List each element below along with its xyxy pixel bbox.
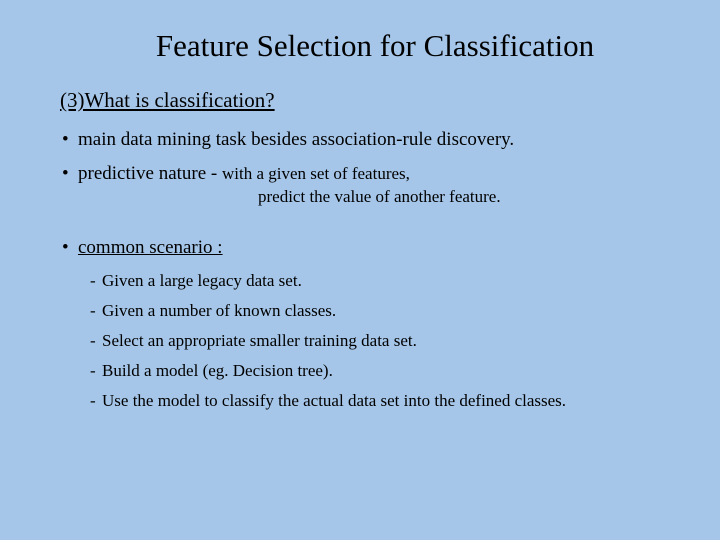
dash-icon: - (90, 361, 102, 381)
bullet-text: predictive nature - with a given set of … (78, 163, 670, 185)
dash-icon: - (90, 301, 102, 321)
bullet-item: • predictive nature - with a given set o… (60, 163, 670, 185)
bullet-text-scenario: common scenario : (78, 237, 670, 259)
sub-item: -Use the model to classify the actual da… (90, 391, 670, 411)
predictive-sub1: with a given set of features, (222, 164, 410, 183)
dash-icon: - (90, 271, 102, 291)
dash-icon: - (90, 391, 102, 411)
section-subheading: (3)What is classification? (60, 88, 670, 113)
predictive-lead: predictive nature - (78, 163, 222, 184)
sub-item: -Given a large legacy data set. (90, 271, 670, 291)
bullet-dot-icon: • (60, 129, 78, 151)
bullet-dot-icon: • (60, 163, 78, 185)
sub-text: Build a model (eg. Decision tree). (102, 361, 333, 380)
sub-item: -Build a model (eg. Decision tree). (90, 361, 670, 381)
slide-title: Feature Selection for Classification (80, 28, 670, 64)
bullet-text: main data mining task besides associatio… (78, 129, 670, 151)
bullet-item: • common scenario : (60, 237, 670, 259)
bullet-dot-icon: • (60, 237, 78, 259)
bullet-item: • main data mining task besides associat… (60, 129, 670, 151)
sub-item: -Select an appropriate smaller training … (90, 331, 670, 351)
dash-icon: - (90, 331, 102, 351)
sub-text: Given a number of known classes. (102, 301, 336, 320)
sub-text: Select an appropriate smaller training d… (102, 331, 417, 350)
sub-text: Given a large legacy data set. (102, 271, 302, 290)
sub-text: Use the model to classify the actual dat… (102, 391, 566, 410)
sub-item: -Given a number of known classes. (90, 301, 670, 321)
predictive-sub2: predict the value of another feature. (258, 187, 670, 207)
